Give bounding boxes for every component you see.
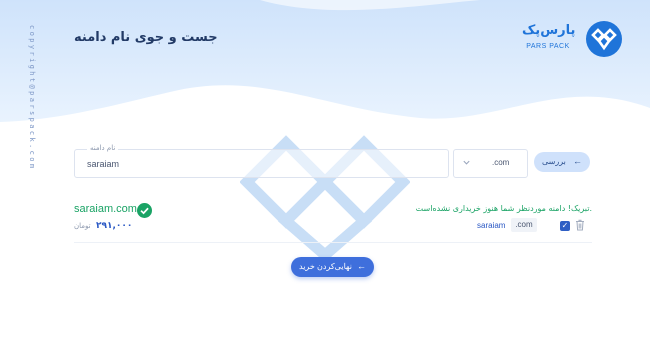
trash-icon[interactable]: [575, 219, 585, 231]
domain-name-input[interactable]: [85, 154, 439, 174]
tld-selected-value: .com: [492, 158, 510, 167]
finalize-button-label: نهایی‌کردن خرید: [299, 262, 352, 271]
select-domain-checkbox[interactable]: ✓: [560, 221, 570, 231]
arrow-left-icon: ←: [573, 156, 582, 166]
result-tld-badge: .com: [511, 218, 537, 232]
check-domain-button[interactable]: بررسی ←: [534, 152, 590, 172]
availability-message: تبریک! دامنه موردنظر شما هنوز خریداری نش…: [415, 204, 592, 213]
domain-search-form: نام دامنه .com بررسی ←: [74, 144, 592, 178]
finalize-purchase-button[interactable]: نهایی‌کردن خرید ←: [291, 257, 374, 277]
check-circle-icon: [137, 203, 152, 218]
check-button-label: بررسی: [542, 157, 566, 166]
result-name: saraiam: [477, 221, 506, 230]
parspack-logo-icon: [586, 21, 622, 57]
parspack-logo[interactable]: پارس‌پک PARS PACK: [522, 21, 622, 57]
chevron-down-icon: [463, 160, 470, 165]
page-title: جست و جوی نام دامنه: [74, 30, 218, 45]
result-domain-name: saraiam.com: [74, 203, 137, 215]
arrow-left-icon: ←: [357, 261, 366, 271]
domain-result-row: saraiam.com تومان ۲۹۱,۰۰۰ تبریک! دامنه م…: [74, 200, 592, 243]
domain-name-label: نام دامنه: [87, 144, 119, 152]
tld-select[interactable]: .com: [453, 149, 528, 178]
copyright-vertical-text: copyright@parspack.com: [28, 25, 36, 171]
logo-text-fa: پارس‌پک: [522, 23, 576, 38]
price-currency: تومان: [74, 222, 91, 230]
logo-text-en: PARS PACK: [526, 43, 570, 50]
price-value: ۲۹۱,۰۰۰: [96, 221, 133, 231]
domain-name-field[interactable]: نام دامنه: [74, 144, 449, 178]
